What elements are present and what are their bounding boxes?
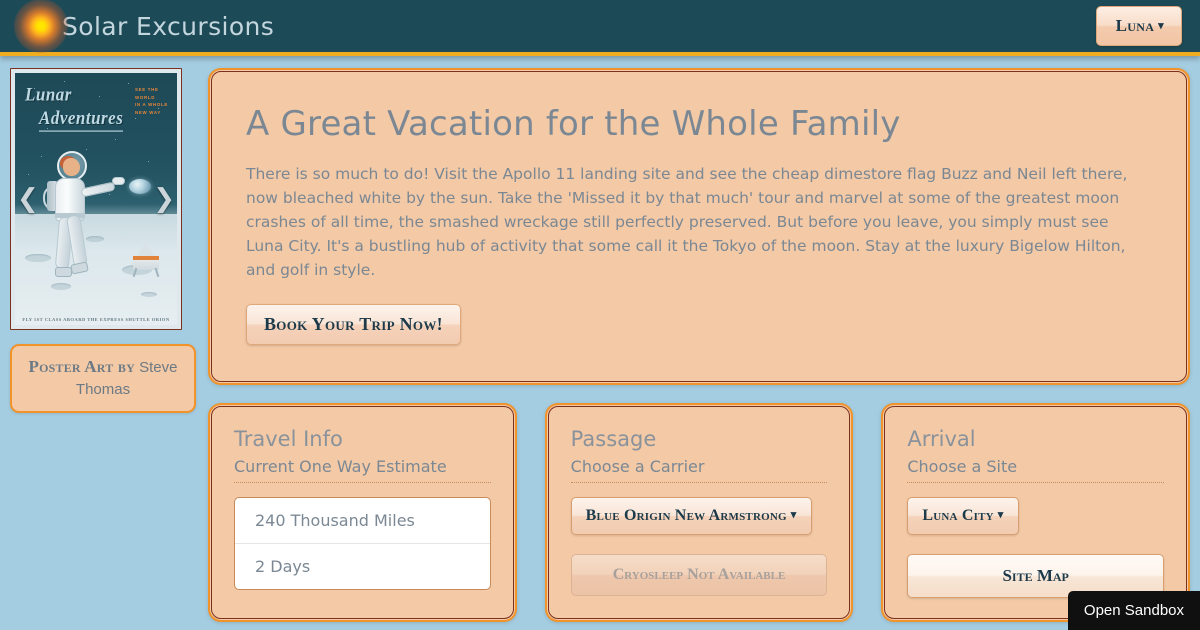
sun-icon [14,0,68,53]
site-dropdown[interactable]: Luna City ▾ [907,497,1019,535]
arrival-title: Arrival [907,427,976,451]
carousel-next-icon[interactable]: ❯ [153,186,175,212]
user-menu-label: Luna [1115,16,1155,35]
passage-title: Passage [570,427,657,451]
poster-footer-text: FLY 1ST CLASS ABOARD THE EXPRESS SHUTTLE… [22,317,170,322]
user-menu-button[interactable]: Luna ▾ [1095,6,1182,46]
hero-heading: A Great Vacation for the Whole Family [246,104,901,144]
chevron-down-icon: ▾ [997,509,1004,521]
earth-icon [129,179,151,194]
poster-title: Lunar Adventures [25,82,124,132]
brand-title: Solar Excursions [62,11,275,41]
lunar-lander-icon [131,241,161,278]
astronaut-illustration [43,151,125,301]
top-navbar: Solar Excursions Luna ▾ [0,0,1200,56]
right-column: A Great Vacation for the Whole Family Th… [208,68,1191,622]
carousel-prev-icon[interactable]: ❮ [17,186,39,212]
arrival-card: Arrival Choose a Site Luna City ▾ Site Ma… [881,403,1191,622]
arrival-subtitle: Choose a Site [907,457,1165,483]
travel-info-list: 240 Thousand Miles 2 Days [234,497,491,590]
list-item: 240 Thousand Miles [235,498,490,544]
page-body: Lunar Adventures SEE THE WORLD IN A WHOLE N… [0,56,1200,622]
chevron-down-icon: ▾ [1158,20,1164,32]
open-sandbox-tooltip[interactable]: Open Sandbox [1067,591,1200,630]
travel-info-card: Travel Info Current One Way Estimate 240… [208,403,517,622]
carrier-dropdown-label: Blue Origin New Armstrong [585,507,787,524]
carrier-dropdown[interactable]: Blue Origin New Armstrong ▾ [570,497,812,535]
info-cards-row: Travel Info Current One Way Estimate 240… [208,403,1191,622]
site-dropdown-label: Luna City [922,507,994,524]
hero-body-text: There is so much to do! Visit the Apollo… [246,165,1128,279]
book-trip-button[interactable]: Book Your Trip Now! [246,304,461,345]
cryosleep-button: Cryosleep Not Available [570,554,828,596]
chevron-down-icon: ▾ [790,509,797,521]
passage-card: Passage Choose a Carrier Blue Origin New… [544,403,854,622]
travel-info-title: Travel Info [234,427,343,451]
passage-subtitle: Choose a Carrier [570,457,828,483]
hero-panel: A Great Vacation for the Whole Family Th… [208,68,1190,385]
poster-carousel[interactable]: Lunar Adventures SEE THE WORLD IN A WHOLE N… [10,68,182,330]
navbar-right: Luna ▾ [1095,6,1182,46]
left-column: Lunar Adventures SEE THE WORLD IN A WHOLE N… [10,68,196,622]
poster-credit: Poster Art by Steve Thomas [10,344,196,413]
list-item: 2 Days [255,557,311,576]
brand-logo[interactable]: Solar Excursions [14,0,275,53]
travel-info-subtitle: Current One Way Estimate [234,457,491,483]
poster-credit-prefix: Poster Art by [28,357,135,376]
poster-tagline: SEE THE WORLD IN A WHOLE NEW WAY [134,87,168,115]
